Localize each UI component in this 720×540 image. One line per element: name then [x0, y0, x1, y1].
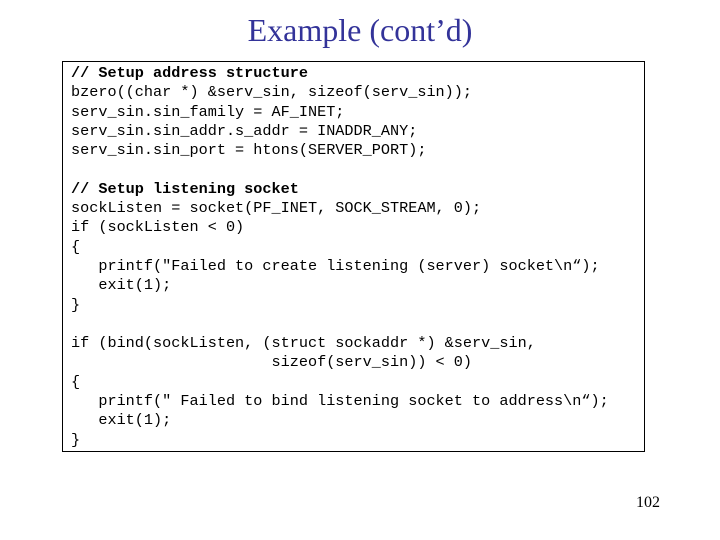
code-line: sizeof(serv_sin)) < 0) — [71, 353, 473, 372]
code-line: if (sockListen < 0) — [71, 218, 245, 237]
code-line: serv_sin.sin_family = AF_INET; — [71, 102, 345, 121]
code-line: printf("Failed to create listening (serv… — [71, 256, 600, 275]
code-line: printf(" Failed to bind listening socket… — [71, 392, 609, 411]
code-line: } — [71, 430, 81, 449]
slide-title: Example (cont’d) — [247, 12, 473, 48]
code-line: sockListen = socket(PF_INET, SOCK_STREAM… — [71, 199, 482, 218]
code-line: bzero((char *) &serv_sin, sizeof(serv_si… — [71, 83, 473, 102]
code-line: serv_sin.sin_addr.s_addr = INADDR_ANY; — [71, 121, 418, 140]
code-comment: // Setup address structure — [71, 64, 308, 82]
code-line: { — [71, 372, 81, 391]
code-line: } — [71, 295, 81, 314]
code-line: exit(1); — [71, 276, 172, 295]
code-line: if (bind(sockListen, (struct sockaddr *)… — [71, 334, 536, 353]
code-line: exit(1); — [71, 411, 172, 430]
code-listing: // Setup address structure bzero((char *… — [71, 64, 609, 450]
page-number: 102 — [636, 494, 660, 511]
code-comment: // Setup listening socket — [71, 179, 299, 198]
code-line: serv_sin.sin_port = htons(SERVER_PORT); — [71, 141, 427, 160]
code-line: { — [71, 237, 81, 256]
